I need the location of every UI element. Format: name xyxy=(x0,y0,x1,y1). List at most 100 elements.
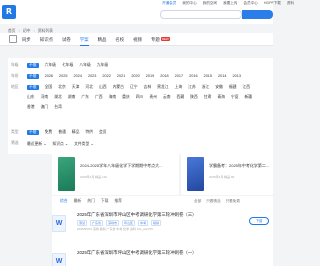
top-link-app[interactable]: HDPF下载 xyxy=(264,1,281,6)
filter-option[interactable]: 不限 xyxy=(27,85,39,90)
filter-option[interactable]: 2021 xyxy=(117,74,125,79)
top-link-space[interactable]: 我的空间 xyxy=(203,1,217,6)
filter-option[interactable]: 2023 xyxy=(88,74,96,79)
download-button[interactable]: 下载 xyxy=(249,217,269,225)
filter-option[interactable]: 2022 xyxy=(102,74,110,79)
sort-option-knowledge[interactable]: 知识点 ⌄ xyxy=(52,141,68,147)
filter-option[interactable]: 四川 xyxy=(136,95,144,100)
nav-item-exam[interactable]: 试卷 xyxy=(62,37,71,46)
nav-item-premium[interactable]: 精品 xyxy=(98,37,107,46)
filter-option[interactable]: 2013 xyxy=(232,74,240,79)
nav-item-topic[interactable]: 专题 NEW xyxy=(151,37,170,46)
list-filter-free[interactable]: 只看免费 xyxy=(226,199,240,204)
card-title[interactable]: 学霸备考：2025年中考化学第二... xyxy=(209,163,271,169)
tab-download[interactable]: 下载 xyxy=(101,199,109,204)
nav-item-school[interactable]: 名校 xyxy=(115,37,124,46)
filter-option[interactable]: 不限 xyxy=(27,130,39,135)
search-button[interactable] xyxy=(242,10,273,19)
filter-option[interactable]: 2014 xyxy=(218,74,226,79)
search-input[interactable] xyxy=(160,10,242,19)
filter-option[interactable]: 2019 xyxy=(146,74,154,79)
filter-option[interactable]: 2015 xyxy=(204,74,212,79)
filter-option[interactable]: 青海 xyxy=(217,95,225,100)
filter-option[interactable]: 不限 xyxy=(27,74,39,79)
filter-option[interactable]: 香港 xyxy=(27,105,35,110)
list-item[interactable]: W 2025年广东省深圳市坪山区中考调研化学第三轮冲刺卷（三） 测试 广东省 深… xyxy=(52,212,273,237)
doc-tag[interactable]: 测试 xyxy=(77,220,88,226)
filter-option[interactable]: 澳门 xyxy=(41,105,49,110)
filter-option[interactable]: 广东 xyxy=(81,95,89,100)
filter-option[interactable]: 新疆 xyxy=(245,95,253,100)
filter-option[interactable]: 精品 xyxy=(72,130,80,135)
filter-option[interactable]: 河北 xyxy=(85,85,93,90)
filter-option[interactable]: 甘肃 xyxy=(204,95,212,100)
top-link-vip[interactable]: 开通会员 xyxy=(162,1,176,6)
filter-option[interactable]: 2026 xyxy=(45,74,53,79)
filter-option[interactable]: 江苏 xyxy=(188,85,196,90)
site-logo[interactable]: R xyxy=(2,5,16,19)
filter-option[interactable]: 湖南 xyxy=(68,95,76,100)
filter-option[interactable]: 台湾 xyxy=(54,105,62,110)
list-filter-premium[interactable]: 只看精品 xyxy=(206,199,220,204)
filter-option[interactable]: 普通 xyxy=(58,130,66,135)
nav-item-video[interactable]: 视频 xyxy=(133,37,142,46)
tab-recommend[interactable]: 推荐 xyxy=(114,199,122,204)
tab-latest[interactable]: 最新 xyxy=(74,199,82,204)
filter-option[interactable]: 吉林 xyxy=(144,85,152,90)
promo-card[interactable]: 学霸备考：2025年中考化学第二... 2025年3月 精品 86 xyxy=(181,153,273,195)
filter-option[interactable]: 北京 xyxy=(58,85,66,90)
filter-option[interactable]: 海南 xyxy=(109,95,117,100)
filter-option[interactable]: 重庆 xyxy=(122,95,130,100)
doc-tag[interactable]: 坪山区 xyxy=(122,220,136,226)
filter-option[interactable]: 宁夏 xyxy=(231,95,239,100)
filter-option[interactable]: 广西 xyxy=(95,95,103,100)
filter-option[interactable]: 内蒙古 xyxy=(113,85,124,90)
tab-hot[interactable]: 热门 xyxy=(87,199,95,204)
filter-option[interactable]: 黑龙江 xyxy=(157,85,168,90)
top-link-member[interactable]: 会员中心 xyxy=(244,1,258,6)
filter-option[interactable]: 不限 xyxy=(27,63,39,68)
nav-item-sync[interactable]: 同步 xyxy=(22,37,31,46)
filter-option[interactable]: 2018 xyxy=(160,74,168,79)
promo-card[interactable]: 2024-2025学年八年级化学下学期期中考点大... 2025年3月 精品 1… xyxy=(52,153,179,195)
top-link-more[interactable]: 资料 xyxy=(287,1,294,6)
doc-tag[interactable]: 广东省 xyxy=(90,220,104,226)
card-title[interactable]: 2024-2025学年八年级化学下学期期中考点大... xyxy=(80,163,176,169)
nav-item-knowledge[interactable]: 知识点 xyxy=(40,37,53,46)
doc-title[interactable]: 2025年广东省深圳市坪山区中考调研化学第三轮冲刺卷（一） xyxy=(77,250,197,256)
top-link-center[interactable]: 我的中心 xyxy=(182,1,196,6)
list-filter-all[interactable]: 全部 xyxy=(194,199,201,204)
top-link-upload[interactable]: 我要上传 xyxy=(223,1,237,6)
filter-option[interactable]: 安徽 xyxy=(215,85,223,90)
filter-option[interactable]: 西藏 xyxy=(177,95,185,100)
filter-option[interactable]: 辽宁 xyxy=(130,85,138,90)
filter-option[interactable]: 云南 xyxy=(163,95,171,100)
nav-item-plan[interactable]: 学案 xyxy=(79,37,89,46)
filter-option[interactable]: 江西 xyxy=(243,85,251,90)
filter-option[interactable]: 特供 xyxy=(85,130,93,135)
filter-option[interactable]: 九年级 xyxy=(97,63,108,68)
filter-option[interactable]: 天津 xyxy=(72,85,80,90)
filter-option[interactable]: 福建 xyxy=(229,85,237,90)
filter-option[interactable]: 七年级 xyxy=(62,63,73,68)
filter-option[interactable]: 河南 xyxy=(41,95,49,100)
list-item[interactable]: W 2025年广东省深圳市坪山区中考调研化学第三轮冲刺卷（一） xyxy=(52,250,273,266)
filter-option[interactable]: 山东 xyxy=(27,95,35,100)
filter-option[interactable]: 2024 xyxy=(74,74,82,79)
sort-option-recent[interactable]: 最近更新 ⌄ xyxy=(27,141,46,147)
filter-option[interactable]: 会员 xyxy=(99,130,107,135)
filter-option[interactable]: 陕西 xyxy=(190,95,198,100)
filter-option[interactable]: 免费 xyxy=(45,130,53,135)
doc-tag[interactable]: 深圳市 xyxy=(106,220,120,226)
filter-option[interactable]: 湖北 xyxy=(54,95,62,100)
doc-tag[interactable]: 模拟 xyxy=(151,220,162,226)
sort-option-filetype[interactable]: 文件类型 ⌄ xyxy=(74,141,93,147)
filter-option[interactable]: 2017 xyxy=(175,74,183,79)
filter-option[interactable]: 贵州 xyxy=(149,95,157,100)
filter-option[interactable]: 全国 xyxy=(45,85,53,90)
filter-option[interactable]: 2025 xyxy=(59,74,67,79)
filter-option[interactable]: 六年级 xyxy=(45,63,56,68)
doc-tag[interactable]: 中考 xyxy=(138,220,149,226)
doc-title[interactable]: 2025年广东省深圳市坪山区中考调研化学第三轮冲刺卷（三） xyxy=(77,212,197,218)
filter-option[interactable]: 山西 xyxy=(99,85,107,90)
